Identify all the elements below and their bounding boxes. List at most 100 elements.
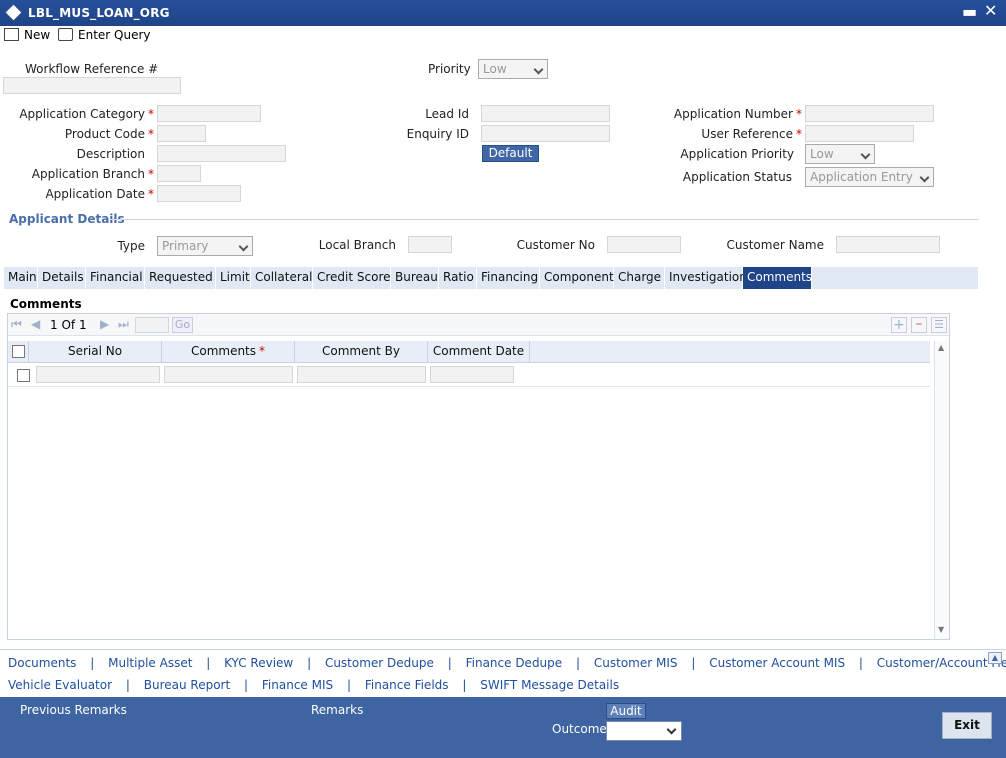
- type-value: Primary: [162, 239, 209, 253]
- customer-name-field[interactable]: [836, 236, 940, 253]
- description-label: Description: [76, 147, 145, 161]
- exit-button[interactable]: Exit: [942, 712, 992, 739]
- link-finance-fields[interactable]: Finance Fields: [365, 678, 449, 692]
- go-button[interactable]: Go: [172, 317, 193, 333]
- delete-row-icon[interactable]: –: [911, 317, 927, 333]
- link-separator: |: [346, 678, 352, 692]
- link-swift-message-details[interactable]: SWIFT Message Details: [480, 678, 619, 692]
- outcome-label: Outcome: [552, 722, 607, 736]
- comment-by-cell[interactable]: [297, 366, 426, 383]
- tab-comments[interactable]: Comments: [743, 267, 812, 289]
- link-separator: |: [858, 656, 863, 670]
- outcome-select[interactable]: [606, 721, 682, 741]
- lead-id-field[interactable]: [481, 105, 610, 122]
- application-priority-select[interactable]: Low: [805, 144, 875, 164]
- tab-investigation[interactable]: Investigation: [665, 267, 747, 289]
- local-branch-label: Local Branch: [318, 238, 396, 252]
- comments-grid: ⏮ ◀ 1 Of 1 ▶ ⏭ Go + – ☰ Serial No Commen…: [7, 313, 950, 640]
- select-all-checkbox[interactable]: [12, 345, 25, 358]
- tab-financing[interactable]: Financing: [477, 267, 540, 289]
- link-vehicle-evaluator[interactable]: Vehicle Evaluator: [8, 678, 112, 692]
- application-date-field[interactable]: [157, 185, 241, 202]
- collapse-links-icon[interactable]: ▲: [988, 652, 1002, 664]
- column-comments: Comments *: [162, 341, 295, 363]
- product-code-label: Product Code *: [64, 127, 154, 141]
- customer-name-label: Customer Name: [726, 238, 824, 252]
- tab-main[interactable]: Main: [4, 267, 38, 289]
- link-customer-account-mis[interactable]: Customer Account MIS: [709, 656, 845, 670]
- customer-no-field[interactable]: [607, 236, 681, 253]
- last-page-icon[interactable]: ⏭: [118, 317, 129, 332]
- app-diamond-icon: [5, 4, 22, 21]
- close-icon[interactable]: ✕: [984, 1, 997, 20]
- application-branch-field[interactable]: [157, 165, 201, 182]
- application-number-field[interactable]: [805, 105, 934, 122]
- first-page-icon[interactable]: ⏮: [11, 317, 22, 332]
- vertical-scrollbar[interactable]: ▲ ▼: [934, 341, 949, 639]
- application-category-field[interactable]: [157, 105, 261, 122]
- tab-requested[interactable]: Requested: [145, 267, 216, 289]
- product-code-field[interactable]: [157, 125, 206, 142]
- comments-cell[interactable]: [164, 366, 293, 383]
- link-kyc-review[interactable]: KYC Review: [224, 656, 293, 670]
- page-number-input[interactable]: [135, 317, 169, 333]
- type-select[interactable]: Primary: [157, 236, 253, 256]
- application-priority-label: Application Priority: [680, 147, 794, 161]
- link-documents[interactable]: Documents: [8, 656, 76, 670]
- link-finance-dedupe[interactable]: Finance Dedupe: [466, 656, 563, 670]
- default-button[interactable]: Default: [482, 145, 539, 162]
- application-priority-value: Low: [810, 147, 834, 161]
- tab-financial[interactable]: Financial: [86, 267, 145, 289]
- chevron-down-icon: [238, 241, 249, 252]
- link-customer-mis[interactable]: Customer MIS: [594, 656, 678, 670]
- previous-remarks-label[interactable]: Previous Remarks: [20, 703, 127, 717]
- tab-ratio[interactable]: Ratio: [439, 267, 477, 289]
- workflow-reference-field[interactable]: [3, 77, 181, 94]
- remarks-label[interactable]: Remarks: [311, 703, 363, 717]
- comment-date-cell[interactable]: [430, 366, 514, 383]
- column-comment-date: Comment Date: [428, 341, 530, 363]
- table-row: [8, 364, 930, 387]
- link-customer-account-fields[interactable]: Customer/Account Fields: [877, 656, 1006, 670]
- tab-charge[interactable]: Charge: [614, 267, 665, 289]
- link-finance-mis[interactable]: Finance MIS: [262, 678, 333, 692]
- workflow-reference-label: Workflow Reference #: [25, 62, 159, 76]
- application-status-label: Application Status: [682, 170, 792, 184]
- tab-collateral[interactable]: Collateral: [251, 267, 313, 289]
- link-bureau-report[interactable]: Bureau Report: [144, 678, 230, 692]
- chevron-down-icon: [919, 172, 930, 183]
- tab-credit-score[interactable]: Credit Score: [313, 267, 391, 289]
- links-row-2: Vehicle Evaluator | Bureau Report | Fina…: [8, 678, 619, 692]
- scroll-down-icon[interactable]: ▼: [938, 625, 944, 634]
- new-button[interactable]: New: [4, 28, 50, 46]
- scroll-up-icon[interactable]: ▲: [938, 343, 944, 352]
- tab-component[interactable]: Component: [540, 267, 614, 289]
- previous-page-icon[interactable]: ◀: [31, 317, 40, 331]
- enquiry-id-label: Enquiry ID: [406, 127, 469, 141]
- add-row-icon[interactable]: +: [891, 317, 907, 333]
- section-divider: [110, 219, 979, 220]
- next-page-icon[interactable]: ▶: [100, 317, 109, 331]
- local-branch-field[interactable]: [408, 236, 452, 253]
- application-status-select[interactable]: Application Entry: [805, 167, 934, 187]
- priority-select[interactable]: Low: [478, 59, 548, 79]
- view-list-icon[interactable]: ☰: [931, 317, 947, 333]
- minimize-icon[interactable]: ▬: [962, 2, 977, 21]
- link-multiple-asset[interactable]: Multiple Asset: [108, 656, 192, 670]
- description-field[interactable]: [157, 145, 286, 162]
- tab-bureau[interactable]: Bureau: [391, 267, 439, 289]
- select-all-header: [8, 341, 29, 363]
- tab-limit[interactable]: Limit: [216, 267, 251, 289]
- enquiry-id-field[interactable]: [481, 125, 610, 142]
- enter-query-button[interactable]: Enter Query: [58, 28, 151, 46]
- tab-details[interactable]: Details: [38, 267, 86, 289]
- link-customer-dedupe[interactable]: Customer Dedupe: [325, 656, 434, 670]
- user-reference-field[interactable]: [805, 125, 914, 142]
- window-title: LBL_MUS_LOAN_ORG: [28, 6, 170, 20]
- application-status-value: Application Entry: [810, 170, 913, 184]
- audit-button[interactable]: Audit: [606, 703, 646, 719]
- row-select-checkbox[interactable]: [17, 369, 30, 382]
- enter-query-label: Enter Query: [78, 28, 151, 42]
- serial-no-cell[interactable]: [36, 366, 160, 383]
- column-serial-no: Serial No: [29, 341, 162, 363]
